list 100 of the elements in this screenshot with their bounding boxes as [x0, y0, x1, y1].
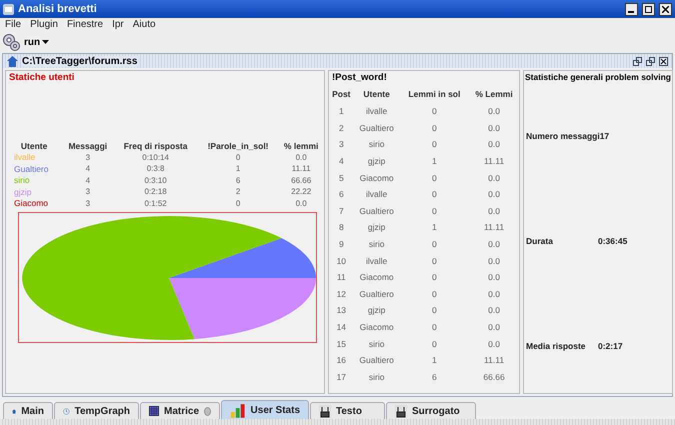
plug-icon — [395, 404, 407, 418]
table-cell-text: 0 — [431, 204, 438, 218]
table-cell-text: 0.0 — [487, 338, 501, 351]
tab[interactable]: Surrogato — [386, 402, 476, 419]
table-cell-text: 3 — [84, 198, 92, 209]
table-cell-text: 4 — [84, 163, 92, 174]
table-cell-text: gjzip — [13, 186, 32, 198]
table-cell-text: 1 — [431, 354, 438, 368]
table-cell-text: Giacomo — [358, 321, 395, 334]
table-cell-text: 0.0 — [487, 105, 501, 118]
tab[interactable]: User Stats — [221, 400, 309, 419]
table-cell-text: 11.11 — [483, 221, 506, 234]
table-cell-text: 0.0 — [487, 254, 501, 268]
table-cell-text: Gualtiero — [358, 204, 395, 218]
table-cell-text: 0 — [431, 338, 438, 351]
table-cell-text: 22.22 — [290, 186, 312, 198]
table-cell-text: 66.66 — [482, 370, 506, 384]
table-cell-text: 3 — [338, 138, 345, 152]
table-cell-text: 0 — [431, 238, 438, 252]
table-cell-text: 3 — [84, 186, 92, 198]
table-cell-text: Gualtiero — [358, 354, 395, 368]
table-cell-text: 5 — [338, 172, 345, 185]
table-cell-text: sirio — [368, 238, 386, 252]
table-cell-text: 11.11 — [483, 354, 506, 368]
table-cell-text: 0.0 — [294, 152, 308, 163]
caret-icon — [42, 40, 50, 44]
plug-icon — [319, 404, 331, 418]
stat-value: 0:36:45 — [598, 236, 628, 246]
table-cell-text: 1 — [431, 221, 438, 234]
menu-item[interactable]: File — [5, 19, 22, 31]
menu-item[interactable]: Finestre — [66, 19, 104, 31]
stat-value: 0:2:17 — [598, 341, 623, 351]
stat-label: Numero messaggi — [526, 131, 600, 141]
gears-icon — [2, 33, 20, 51]
table-cell-text: Gualtiero — [13, 163, 50, 174]
table-cell-text: 0.0 — [487, 172, 501, 185]
maximize-icon — [645, 6, 652, 12]
table-cell-text: 0.0 — [487, 138, 501, 152]
tab[interactable]: Main — [3, 402, 53, 419]
table-cell-text: gjzip — [366, 155, 386, 168]
table-cell-text: 7 — [338, 204, 345, 218]
table-cell-text: 0 — [234, 152, 242, 163]
menu-item[interactable]: Aiuto — [132, 19, 156, 31]
document-title: C:\TreeTagger\forum.rss — [22, 56, 140, 66]
column-header: Lemmi in sol — [407, 88, 462, 101]
table-cell-text: 0.0 — [294, 198, 308, 209]
minimize-button[interactable] — [625, 2, 638, 16]
tab[interactable]: Testo — [310, 402, 385, 419]
table-cell-text: 0 — [431, 304, 438, 318]
restore-icon — [633, 56, 642, 66]
table-cell-text: 0.0 — [487, 271, 501, 284]
table-cell-text: 0 — [431, 188, 438, 202]
table-cell-text: ilvalle — [365, 188, 388, 202]
table-cell-text: Gualtiero — [358, 288, 395, 301]
table-cell-text: 6 — [431, 370, 438, 384]
column-header: Post — [331, 88, 352, 101]
table-cell-text: 10 — [336, 254, 348, 268]
bar-chart-icon — [230, 402, 246, 418]
table-cell-text: 66.66 — [290, 174, 312, 186]
table-cell-text: gjzip — [366, 221, 386, 234]
table-cell-text: ilvalle — [365, 105, 388, 118]
table-cell-text: 0:1:52 — [143, 198, 168, 209]
table-cell-text: sirio — [368, 370, 386, 384]
menu-item[interactable]: Plugin — [30, 19, 58, 31]
column-header: % lemmi — [282, 140, 320, 152]
tab[interactable]: Matrice — [140, 402, 220, 419]
tab[interactable]: TempGraph — [54, 402, 139, 419]
table-cell-text: 11 — [336, 271, 347, 284]
stat-label: Durata — [526, 236, 554, 246]
close-button[interactable] — [659, 2, 672, 16]
table-cell-text: 8 — [338, 221, 345, 234]
column-header: !Parole_in_sol! — [206, 140, 270, 152]
grid-icon — [149, 404, 159, 418]
table-cell-text: 0 — [431, 122, 438, 135]
table-cell-text: 0 — [431, 172, 438, 185]
panel-title: Statiche utenti — [8, 71, 76, 84]
table-cell-text: 12 — [336, 288, 348, 301]
column-header: Utente — [362, 88, 391, 101]
table-cell-text: Giacomo — [358, 172, 395, 185]
close-icon — [662, 6, 669, 12]
app-icon — [3, 4, 14, 14]
table-cell-text: 4 — [84, 174, 92, 186]
table-cell-text: sirio — [13, 174, 31, 186]
table-cell-text: 14 — [336, 321, 348, 334]
table-cell-text: Giacomo — [358, 271, 395, 284]
maximize-button[interactable] — [642, 2, 655, 16]
table-cell-text: 0.0 — [487, 188, 501, 202]
table-cell-text: 9 — [338, 238, 345, 252]
table-cell-text: 0:3:8 — [146, 163, 166, 174]
panel-title: !Post_word! — [331, 71, 388, 84]
maximize-icon — [646, 56, 655, 66]
table-cell-text: 6 — [234, 174, 242, 186]
column-header: Utente — [20, 140, 48, 152]
table-cell-text: ilvalle — [365, 254, 388, 268]
menu-item[interactable]: Ipr — [112, 19, 124, 31]
run-dropdown[interactable]: run — [22, 36, 52, 48]
table-cell-text: 0 — [431, 321, 438, 334]
table-cell-text: 2 — [338, 122, 345, 135]
table-cell-text: 1 — [338, 105, 345, 118]
table-cell-text: 6 — [338, 188, 345, 202]
